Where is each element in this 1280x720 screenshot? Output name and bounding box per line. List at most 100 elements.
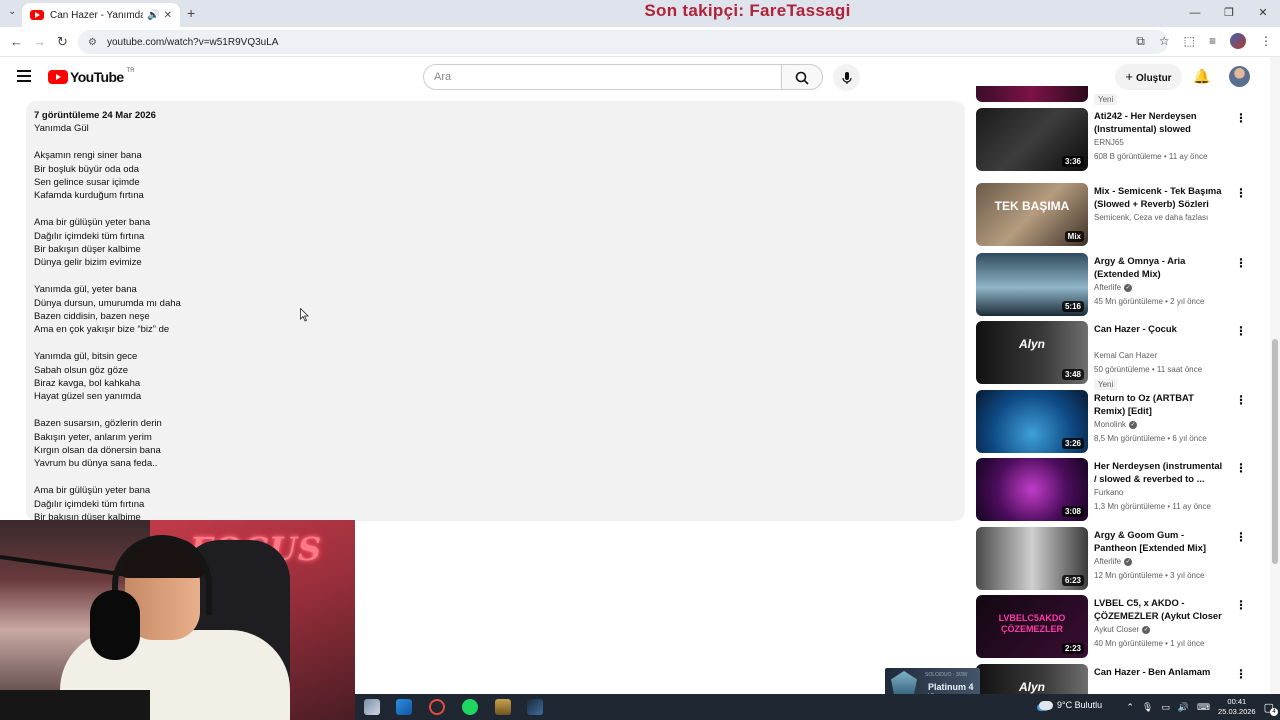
- channel-name-row[interactable]: Kemal Can Hazer: [1094, 351, 1157, 360]
- video-title[interactable]: Mix - Semicenk - Tek Başıma (Slowed + Re…: [1094, 184, 1226, 211]
- site-settings-icon[interactable]: ⚙: [88, 37, 97, 48]
- weather-widget[interactable]: 9°C Bulutlu: [1039, 700, 1102, 711]
- recommendation-item[interactable]: 3:36 Ati242 - Her Nerdeysen (Instrumental…: [976, 108, 1260, 172]
- channel-name-row[interactable]: Furkano: [1094, 488, 1123, 497]
- video-thumbnail[interactable]: TEK BAŞIMA Mix: [976, 183, 1088, 246]
- video-thumbnail[interactable]: 6:23: [976, 527, 1088, 590]
- channel-name-row[interactable]: Monolink ✓: [1094, 420, 1138, 429]
- scrollbar-thumb[interactable]: [1272, 339, 1278, 564]
- more-actions-icon[interactable]: ⋮: [1235, 186, 1247, 200]
- taskbar-spotify-icon[interactable]: [462, 699, 478, 715]
- lyric-line: Bazen susarsın, gözlerin derin: [34, 418, 162, 430]
- verified-check-icon: ✓: [1129, 420, 1138, 429]
- duration-badge: 3:36: [1061, 156, 1084, 167]
- rank-queue: SOLO/DUO · 3/3W: [925, 672, 968, 678]
- more-actions-icon[interactable]: ⋮: [1235, 256, 1247, 270]
- cast-icon[interactable]: ⧉: [1136, 34, 1145, 49]
- minimize-icon[interactable]: —: [1178, 0, 1212, 27]
- video-title[interactable]: Argy & Goom Gum - Pantheon [Extended Mix…: [1094, 528, 1226, 555]
- tab-search-chevron-icon[interactable]: ⌄: [8, 6, 16, 17]
- lyric-line: Yanımda Gül: [34, 123, 89, 135]
- tray-overflow-icon[interactable]: ⌃: [1126, 702, 1134, 713]
- duration-badge: 3:08: [1061, 506, 1084, 517]
- video-title[interactable]: Argy & Omnya - Aria (Extended Mix): [1094, 254, 1226, 281]
- channel-name-row[interactable]: Afterlife ✓: [1094, 283, 1133, 292]
- video-title[interactable]: Can Hazer - Çocuk: [1094, 322, 1226, 335]
- video-title[interactable]: Can Hazer - Ben Anlamam: [1094, 665, 1226, 678]
- notification-center-icon[interactable]: ▢ 4: [1264, 701, 1278, 716]
- recommendation-item[interactable]: Alyn 3:48 Can Hazer - Çocuk Kemal Can Hazer…: [976, 321, 1260, 390]
- video-thumbnail[interactable]: 3:26: [976, 390, 1088, 453]
- recommendation-item[interactable]: 3:26 Return to Oz (ARTBAT Remix) [Edit] Mo…: [976, 390, 1260, 454]
- duration-badge: Mix: [1064, 231, 1084, 242]
- network-icon[interactable]: ▭: [1161, 702, 1170, 713]
- notification-bell-icon[interactable]: 🔔: [1193, 68, 1210, 85]
- hamburger-menu-icon[interactable]: [17, 70, 31, 82]
- channel-name-row[interactable]: Afterlife ✓: [1094, 557, 1133, 566]
- volume-icon[interactable]: 🔊: [1178, 702, 1189, 713]
- video-title[interactable]: Her Nerdeysen (instrumental / slowed & r…: [1094, 459, 1226, 486]
- youtube-logo[interactable]: YouTube TR: [48, 68, 135, 85]
- recommendation-item[interactable]: TEK BAŞIMA Mix Mix - Semicenk - Tek Başıma…: [976, 183, 1260, 247]
- more-actions-icon[interactable]: ⋮: [1235, 111, 1247, 125]
- taskbar-obs-icon[interactable]: [429, 699, 445, 715]
- profile-avatar-icon[interactable]: [1230, 33, 1246, 49]
- browser-menu-icon[interactable]: ⋮: [1260, 34, 1272, 48]
- lyric-line: Ama bir gülüşün yeter bana: [34, 485, 151, 497]
- extensions-icon[interactable]: ⬚: [1184, 34, 1195, 48]
- recommendation-item[interactable]: 3:08 Her Nerdeysen (instrumental / slowed…: [976, 458, 1260, 522]
- search-button[interactable]: [781, 64, 823, 90]
- taskbar-steam-icon[interactable]: [527, 699, 543, 715]
- bookmark-star-icon[interactable]: ☆: [1159, 34, 1170, 48]
- more-actions-icon[interactable]: ⋮: [1235, 598, 1247, 612]
- video-title[interactable]: Return to Oz (ARTBAT Remix) [Edit]: [1094, 391, 1226, 418]
- tab-title: Can Hazer - Yanımda Gül - YouTube: [50, 9, 144, 21]
- taskbar-clock[interactable]: 00:41 25.03.2026: [1218, 697, 1256, 717]
- lyric-line: Yanımda gül, bitsin gece: [34, 351, 138, 363]
- close-window-icon[interactable]: ✕: [1246, 0, 1280, 27]
- more-actions-icon[interactable]: ⋮: [1235, 667, 1247, 681]
- page-scrollbar[interactable]: [1270, 57, 1280, 694]
- forward-arrow-icon[interactable]: →: [33, 34, 46, 49]
- taskbar-store-icon[interactable]: [396, 699, 412, 715]
- channel-name-row[interactable]: ERNJ65: [1094, 138, 1124, 147]
- address-bar[interactable]: ⚙ youtube.com/watch?v=w51R9VQ3uLA: [78, 30, 1168, 54]
- channel-name-row[interactable]: Aykut Closer ✓: [1094, 625, 1151, 634]
- lyric-line: [34, 404, 957, 417]
- new-tab-button[interactable]: +: [187, 5, 195, 21]
- voice-search-button[interactable]: [833, 64, 860, 91]
- more-actions-icon[interactable]: ⋮: [1235, 461, 1247, 475]
- video-thumbnail[interactable]: Alyn 3:48: [976, 321, 1088, 384]
- language-icon[interactable]: ⌨: [1197, 702, 1210, 713]
- browser-tab-active[interactable]: Can Hazer - Yanımda Gül - YouTube 🔊 ✕: [22, 3, 180, 27]
- taskbar-app-icon[interactable]: [364, 699, 380, 715]
- more-actions-icon[interactable]: ⋮: [1235, 324, 1247, 338]
- reload-icon[interactable]: ↻: [57, 34, 68, 50]
- channel-name-row[interactable]: Semicenk, Ceza ve daha fazlası: [1094, 213, 1208, 222]
- recommendation-item[interactable]: 6:23 Argy & Goom Gum - Pantheon [Extended…: [976, 527, 1260, 591]
- reading-list-icon[interactable]: ≡: [1209, 34, 1216, 48]
- recommendation-item[interactable]: LVBELC5AKDO ÇÖZEMEZLER 2:23 LVBEL C5, x AK…: [976, 595, 1260, 659]
- back-arrow-icon[interactable]: ←: [10, 34, 23, 49]
- video-thumbnail[interactable]: LVBELC5AKDO ÇÖZEMEZLER 2:23: [976, 595, 1088, 658]
- more-actions-icon[interactable]: ⋮: [1235, 393, 1247, 407]
- restore-icon[interactable]: ❐: [1212, 0, 1246, 27]
- recommendation-item[interactable]: 5:16 Argy & Omnya - Aria (Extended Mix) Af…: [976, 253, 1260, 317]
- search-input[interactable]: Ara: [423, 64, 781, 90]
- video-thumbnail[interactable]: 5:16: [976, 253, 1088, 316]
- video-title[interactable]: Ati242 - Her Nerdeysen (Instrumental) sl…: [1094, 109, 1226, 136]
- mic-tray-icon[interactable]: 🎙: [1142, 702, 1153, 713]
- video-thumbnail[interactable]: 3:08: [976, 458, 1088, 521]
- more-actions-icon[interactable]: ⋮: [1235, 530, 1247, 544]
- video-thumbnail[interactable]: Alyn: [976, 664, 1088, 694]
- thumbnail-overlay-text: TEK BAŞIMA: [994, 199, 1070, 213]
- video-thumbnail[interactable]: 3:36: [976, 108, 1088, 171]
- tab-close-icon[interactable]: ✕: [164, 10, 172, 21]
- lyric-line: Bir boşluk büyür oda oda: [34, 163, 140, 175]
- taskbar-league-icon[interactable]: [495, 699, 511, 715]
- tab-audio-icon[interactable]: 🔊: [147, 10, 159, 21]
- video-description-panel[interactable]: 7 görüntüleme 24 Mar 2026 Yanımda Gül Akş…: [26, 101, 965, 521]
- recommendation-item[interactable]: AlynCan Hazer - Ben AnlamamKemal Can Haz…: [976, 664, 1260, 694]
- video-title[interactable]: LVBEL C5, x AKDO - ÇÖZEMEZLER (Aykut Clo…: [1094, 596, 1226, 623]
- account-avatar[interactable]: [1229, 66, 1250, 87]
